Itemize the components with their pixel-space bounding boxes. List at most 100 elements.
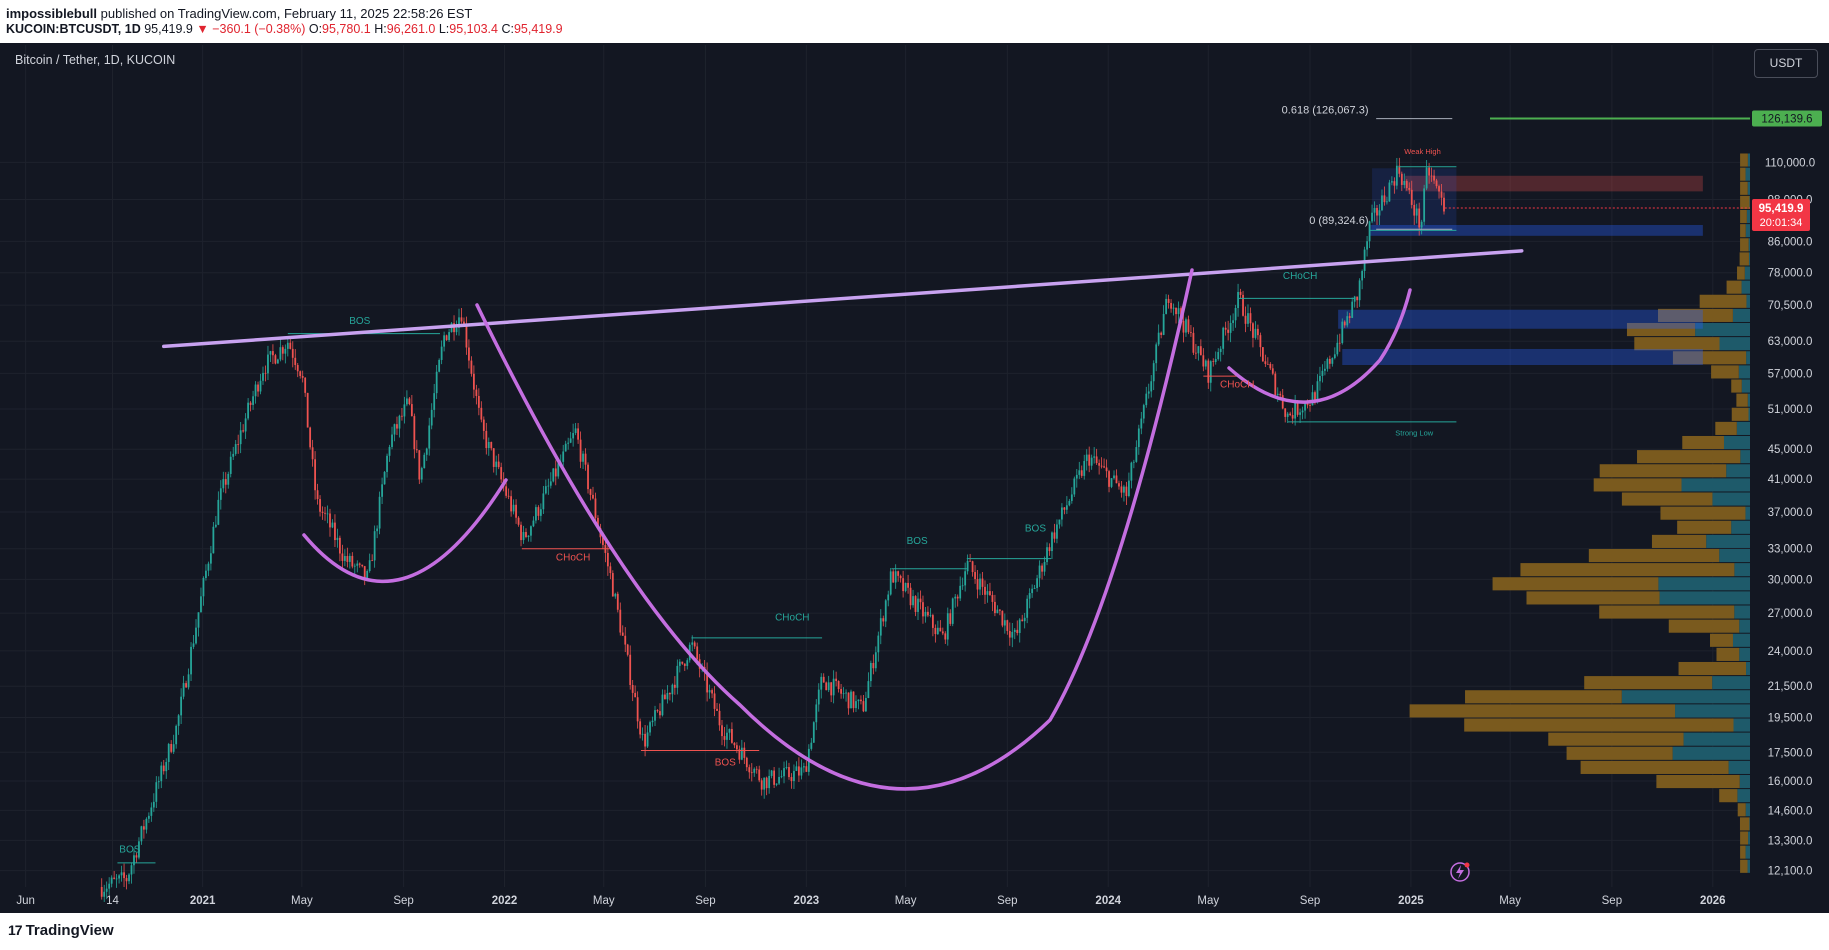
- candle-body: [939, 627, 942, 632]
- candle-body: [542, 493, 545, 510]
- handle-curve: [1227, 288, 1412, 404]
- candle-body: [269, 351, 272, 355]
- time-tick-label: Sep: [695, 895, 715, 907]
- volume-bar-down: [1715, 421, 1737, 435]
- volume-bar-up: [1739, 774, 1750, 789]
- candle-body: [537, 507, 540, 516]
- candle-body: [1008, 630, 1011, 638]
- candle-body: [1252, 323, 1254, 338]
- volume-bar-up: [1749, 195, 1750, 209]
- candle-body: [664, 694, 666, 700]
- candle-body: [959, 585, 962, 599]
- candle-body: [1170, 302, 1172, 309]
- volume-bar-up: [1659, 591, 1750, 605]
- candle-body: [728, 728, 731, 733]
- candle-body: [324, 512, 326, 514]
- candle-body: [822, 676, 825, 683]
- time-tick-label: 14: [106, 895, 119, 907]
- candle-body: [351, 555, 354, 567]
- candle-body: [438, 359, 441, 372]
- last-price: 95,419.9: [144, 22, 193, 36]
- price-tick-label: 14,600.0: [1768, 805, 1813, 817]
- candle-body: [847, 692, 850, 709]
- candle-body: [887, 594, 890, 601]
- candle-body: [252, 396, 254, 405]
- high-value: 96,261.0: [386, 22, 436, 36]
- time-tick-label: 2022: [492, 895, 518, 907]
- currency-selector[interactable]: USDT: [1754, 49, 1818, 78]
- candle-body: [544, 486, 547, 494]
- candle-body: [768, 775, 771, 789]
- candle-body: [1390, 181, 1393, 183]
- candle-body: [1294, 402, 1297, 419]
- candle-body: [222, 479, 225, 489]
- candle-body: [1371, 212, 1373, 222]
- candle-body: [1361, 271, 1364, 281]
- price-tick-label: 21,500.0: [1768, 681, 1813, 693]
- candle-body: [589, 489, 592, 495]
- candle-body: [1190, 332, 1192, 333]
- candle-body: [465, 323, 468, 348]
- volume-bar-down: [1599, 605, 1735, 619]
- candle-body: [850, 691, 852, 709]
- chart-area[interactable]: 0.618 (126,067.3) 0 (89,324.6) BOS BOS CHoCH…: [0, 43, 1829, 913]
- candle-body: [862, 701, 865, 712]
- price-tick-label: 24,000.0: [1768, 646, 1813, 658]
- price-tick-label: 27,000.0: [1768, 608, 1813, 620]
- candle-body: [430, 409, 433, 426]
- candle-body: [1083, 460, 1086, 476]
- candle-body: [909, 587, 912, 606]
- candle-body: [527, 535, 530, 537]
- candle-body: [1395, 165, 1398, 186]
- candle-body: [152, 801, 155, 808]
- volume-bar-up: [1748, 831, 1750, 845]
- volume-bar-down: [1737, 803, 1746, 817]
- candle-body: [289, 342, 292, 349]
- candle-body: [616, 593, 619, 610]
- time-tick-label: May: [291, 895, 313, 907]
- candle-body: [946, 613, 949, 640]
- candle-body: [214, 524, 217, 527]
- candle-body: [118, 875, 120, 879]
- candle-body: [517, 517, 520, 525]
- candle-body: [673, 684, 676, 688]
- candle-body: [994, 601, 996, 614]
- volume-bar-down: [1726, 280, 1742, 294]
- candle-body: [894, 571, 897, 583]
- candle-body: [1296, 402, 1299, 415]
- candle-body: [284, 348, 287, 354]
- annotation-label: Strong Low: [1395, 428, 1434, 437]
- candle-body: [865, 697, 867, 712]
- candle-body: [912, 596, 914, 606]
- candle-body: [1167, 298, 1170, 303]
- candle-body: [475, 389, 478, 396]
- candle-body: [587, 464, 589, 490]
- candle-body: [247, 402, 250, 419]
- price-tick-label: 63,000.0: [1768, 336, 1813, 348]
- volume-bar-up: [1739, 647, 1750, 661]
- volume-bar-up: [1746, 661, 1750, 676]
- bar-countdown-label: 20:01:34: [1760, 217, 1803, 229]
- candle-body: [656, 710, 659, 712]
- candle-body: [187, 674, 190, 688]
- price-chart[interactable]: 0.618 (126,067.3) 0 (89,324.6) BOS BOS CHoCH…: [0, 43, 1829, 913]
- candle-body: [182, 683, 185, 697]
- volume-bar-down: [1580, 760, 1729, 774]
- candle-body: [1056, 524, 1058, 539]
- candle-body: [832, 678, 835, 696]
- candle-body: [1130, 462, 1133, 481]
- candle-body: [1328, 358, 1331, 364]
- volume-bar-up: [1734, 563, 1750, 577]
- ohlc-line: KUCOIN:BTCUSDT, 1D 95,419.9 ▼ −360.1 (−0…: [6, 22, 563, 36]
- volume-bar-down: [1740, 153, 1748, 167]
- candle-body: [1204, 360, 1207, 367]
- tradingview-logo[interactable]: 17 TradingView: [8, 922, 114, 939]
- author-name[interactable]: impossiblebull: [6, 6, 97, 21]
- candle-body: [1036, 578, 1038, 588]
- candle-body: [1286, 413, 1289, 417]
- candle-body: [802, 766, 805, 768]
- cup-curve-main: [475, 268, 1194, 791]
- candle-body: [443, 335, 446, 347]
- order-block-zone: [1338, 309, 1703, 329]
- candle-body: [530, 526, 532, 536]
